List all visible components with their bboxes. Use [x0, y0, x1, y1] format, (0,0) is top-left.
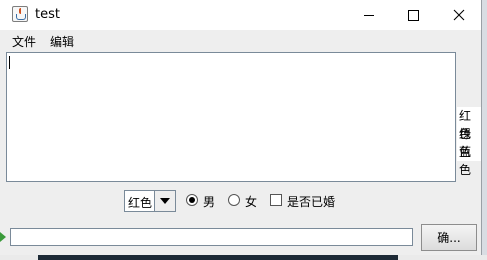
minimize-button[interactable] — [346, 0, 391, 30]
married-checkbox-label[interactable]: 是否已婚 — [287, 193, 335, 210]
married-checkbox[interactable] — [270, 194, 282, 206]
radio-female[interactable] — [228, 194, 240, 206]
color-item-red[interactable]: 红色 — [457, 107, 481, 141]
text-caret — [9, 56, 10, 69]
radio-male[interactable] — [186, 194, 198, 206]
maximize-icon — [408, 9, 419, 21]
menu-edit[interactable]: 编辑 — [50, 33, 74, 50]
radio-male-label[interactable]: 男 — [203, 193, 215, 210]
desktop-background-right — [482, 0, 487, 260]
app-window: test 文件 编辑 红色 绿色 蓝色 红色 男 女 是否已婚 确... — [0, 0, 482, 255]
options-panel: 红色 男 女 是否已婚 — [0, 188, 481, 214]
chevron-down-icon — [160, 198, 170, 204]
title-bar: test — [0, 0, 481, 30]
java-cup-icon — [16, 14, 26, 20]
color-item-green[interactable]: 绿色 — [457, 125, 481, 159]
main-text-area[interactable] — [6, 52, 456, 182]
menu-file[interactable]: 文件 — [12, 33, 36, 50]
java-app-icon — [12, 6, 28, 22]
menu-bar: 文件 编辑 — [0, 30, 481, 51]
color-item-blue[interactable]: 蓝色 — [457, 143, 481, 177]
bottom-text-field[interactable] — [10, 228, 413, 246]
close-button[interactable] — [436, 0, 481, 30]
green-marker-icon — [0, 232, 6, 242]
desktop-dark-strip — [38, 255, 398, 260]
window-title: test — [35, 7, 60, 22]
color-list[interactable]: 红色 绿色 蓝色 — [457, 107, 481, 177]
bottom-bar: 确... — [0, 224, 481, 252]
combo-dropdown-button[interactable] — [154, 191, 175, 211]
radio-female-label[interactable]: 女 — [245, 193, 257, 210]
radio-selected-dot — [189, 197, 195, 203]
ok-button[interactable]: 确... — [421, 224, 477, 251]
close-icon — [453, 9, 464, 21]
maximize-button[interactable] — [391, 0, 436, 30]
color-combobox[interactable]: 红色 — [124, 190, 176, 212]
combo-selected-value: 红色 — [128, 196, 153, 210]
minimize-icon — [363, 14, 374, 16]
